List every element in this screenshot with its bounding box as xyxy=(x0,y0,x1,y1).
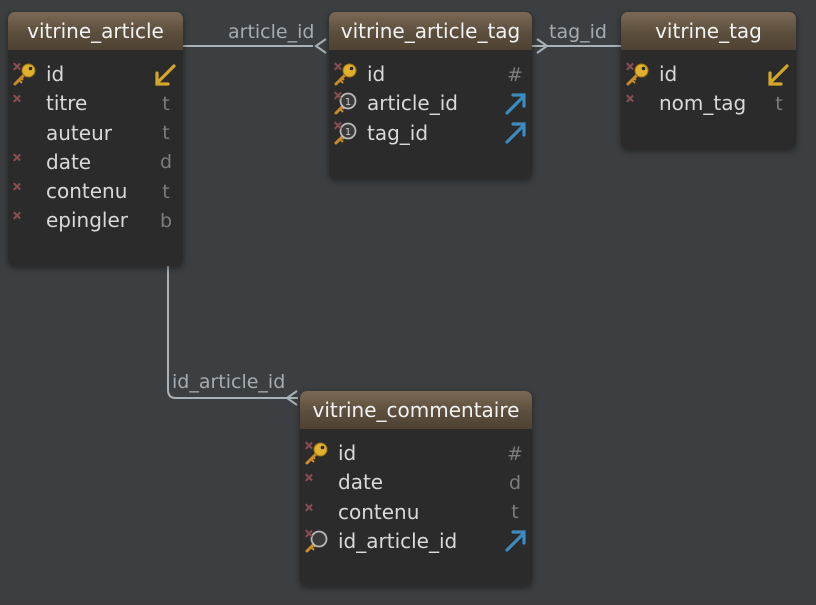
column-type: t xyxy=(162,122,170,145)
column-name: titre xyxy=(46,91,88,116)
column-row[interactable]: nom_tag t xyxy=(621,89,796,118)
column-row[interactable]: contenu t xyxy=(8,177,183,206)
link-label-article-id: article_id xyxy=(228,21,315,43)
column-name: id xyxy=(338,441,357,465)
column-row[interactable]: id # xyxy=(300,439,532,468)
table-vitrine-tag[interactable]: vitrine_tag id nom_tag t xyxy=(621,12,796,149)
table-title[interactable]: vitrine_article_tag xyxy=(329,12,532,50)
table-vitrine-article[interactable]: vitrine_article id titre t auteur t date d cont… xyxy=(8,12,183,266)
column-row[interactable]: titre t xyxy=(8,89,183,118)
column-row[interactable]: date d xyxy=(8,148,183,177)
column-name: id xyxy=(367,62,386,86)
primary-key-icon xyxy=(12,62,38,88)
fk-arrow-icon xyxy=(502,119,528,148)
unique-index-key-icon: 1 xyxy=(333,121,359,147)
empty-icon-slot xyxy=(12,121,38,147)
column-row[interactable]: id # xyxy=(329,60,532,89)
table-title[interactable]: vitrine_article xyxy=(8,12,183,50)
table-title[interactable]: vitrine_commentaire xyxy=(300,391,532,429)
unique-index-key-icon: 1 xyxy=(333,91,359,117)
column-type: t xyxy=(775,92,783,115)
not-null-mark-icon xyxy=(12,208,38,234)
column-list: id # date d contenu t id_article_id xyxy=(300,429,532,556)
column-type: t xyxy=(511,501,519,524)
svg-text:1: 1 xyxy=(345,97,351,108)
table-vitrine-commentaire[interactable]: vitrine_commentaire id # date d contenu t id_a… xyxy=(300,391,532,586)
pk-arrow-icon xyxy=(766,60,792,89)
column-list: id #1 article_id 1 tag_id xyxy=(329,50,532,148)
not-null-mark-icon xyxy=(304,470,330,496)
column-row[interactable]: id xyxy=(621,60,796,89)
not-null-mark-icon xyxy=(12,150,38,176)
table-vitrine-article-tag[interactable]: vitrine_article_tag id #1 article_id 1 tag_i… xyxy=(329,12,532,179)
column-type: d xyxy=(159,151,173,174)
column-name: date xyxy=(338,470,384,495)
primary-key-icon xyxy=(304,441,330,467)
column-name: article_id xyxy=(367,91,458,116)
column-row[interactable]: id xyxy=(8,60,183,89)
column-list: id titre t auteur t date d contenu t epingler b xyxy=(8,50,183,236)
column-name: id xyxy=(659,62,678,86)
column-type: t xyxy=(162,92,170,115)
column-name: nom_tag xyxy=(659,91,747,116)
link-label-id-article-id: id_article_id xyxy=(172,371,286,393)
column-row[interactable]: auteur t xyxy=(8,119,183,148)
link-label-tag-id: tag_id xyxy=(549,21,607,43)
svg-text:1: 1 xyxy=(345,127,351,138)
table-title[interactable]: vitrine_tag xyxy=(621,12,796,50)
primary-key-icon xyxy=(333,62,359,88)
column-name: contenu xyxy=(46,179,128,204)
pk-arrow-icon xyxy=(153,60,179,89)
column-name: contenu xyxy=(338,499,420,524)
fk-arrow-icon xyxy=(502,89,528,118)
column-name: epingler xyxy=(46,208,129,233)
column-type: d xyxy=(508,471,522,494)
index-key-icon xyxy=(304,529,330,555)
not-null-mark-icon xyxy=(12,179,38,205)
column-row[interactable]: 1 tag_id xyxy=(329,119,532,148)
not-null-mark-icon xyxy=(12,91,38,117)
column-row[interactable]: contenu t xyxy=(300,498,532,527)
column-row[interactable]: 1 article_id xyxy=(329,89,532,118)
column-row[interactable]: date d xyxy=(300,468,532,497)
column-row[interactable]: id_article_id xyxy=(300,527,532,556)
column-type: # xyxy=(507,63,523,86)
not-null-mark-icon xyxy=(625,91,651,117)
column-type: b xyxy=(159,209,173,232)
not-null-mark-icon xyxy=(304,500,330,526)
column-name: id_article_id xyxy=(338,528,458,553)
link-arrowhead-article-id xyxy=(314,38,327,54)
column-row[interactable]: epingler b xyxy=(8,206,183,235)
column-type: # xyxy=(507,442,523,465)
column-list: id nom_tag t xyxy=(621,50,796,119)
primary-key-icon xyxy=(625,62,651,88)
column-name: auteur xyxy=(46,120,112,145)
column-name: date xyxy=(46,149,92,174)
column-name: tag_id xyxy=(367,120,429,145)
column-type: t xyxy=(162,180,170,203)
fk-arrow-icon xyxy=(502,527,528,556)
column-name: id xyxy=(46,62,65,86)
